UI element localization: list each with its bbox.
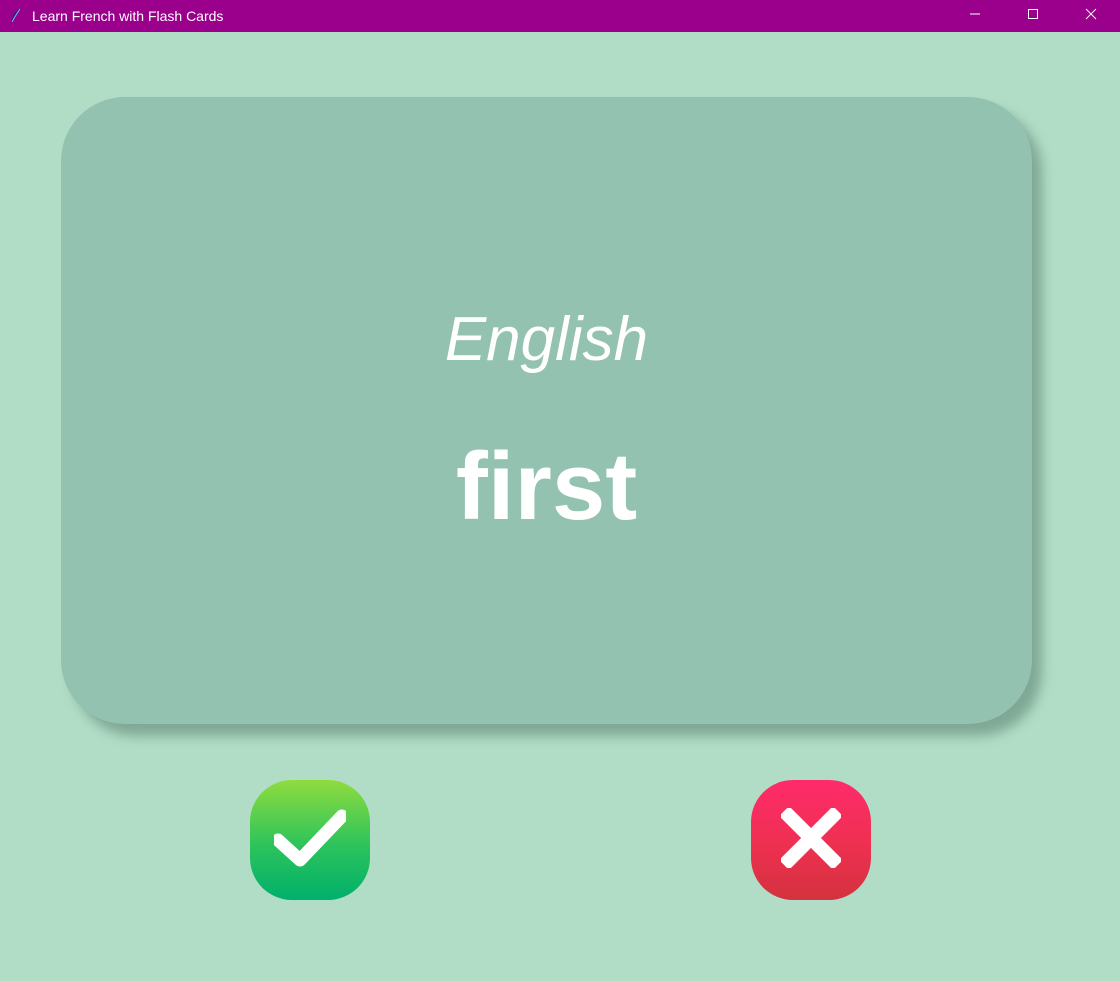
maximize-button[interactable] — [1004, 0, 1062, 32]
unknown-button[interactable] — [751, 780, 871, 900]
title-bar: Learn French with Flash Cards — [0, 0, 1120, 32]
card-word: first — [455, 433, 638, 540]
flash-card: English first — [61, 97, 1032, 724]
maximize-icon — [1027, 7, 1039, 25]
close-button[interactable] — [1062, 0, 1120, 32]
minimize-icon — [969, 7, 981, 25]
checkmark-icon — [271, 808, 349, 873]
app-canvas: English first — [0, 32, 1120, 981]
cross-icon — [779, 805, 843, 873]
feather-icon — [8, 8, 24, 24]
window-title: Learn French with Flash Cards — [32, 8, 224, 24]
card-language-label: English — [444, 305, 649, 374]
minimize-button[interactable] — [946, 0, 1004, 32]
known-button[interactable] — [250, 780, 370, 900]
close-icon — [1085, 7, 1097, 25]
window-controls — [946, 0, 1120, 32]
